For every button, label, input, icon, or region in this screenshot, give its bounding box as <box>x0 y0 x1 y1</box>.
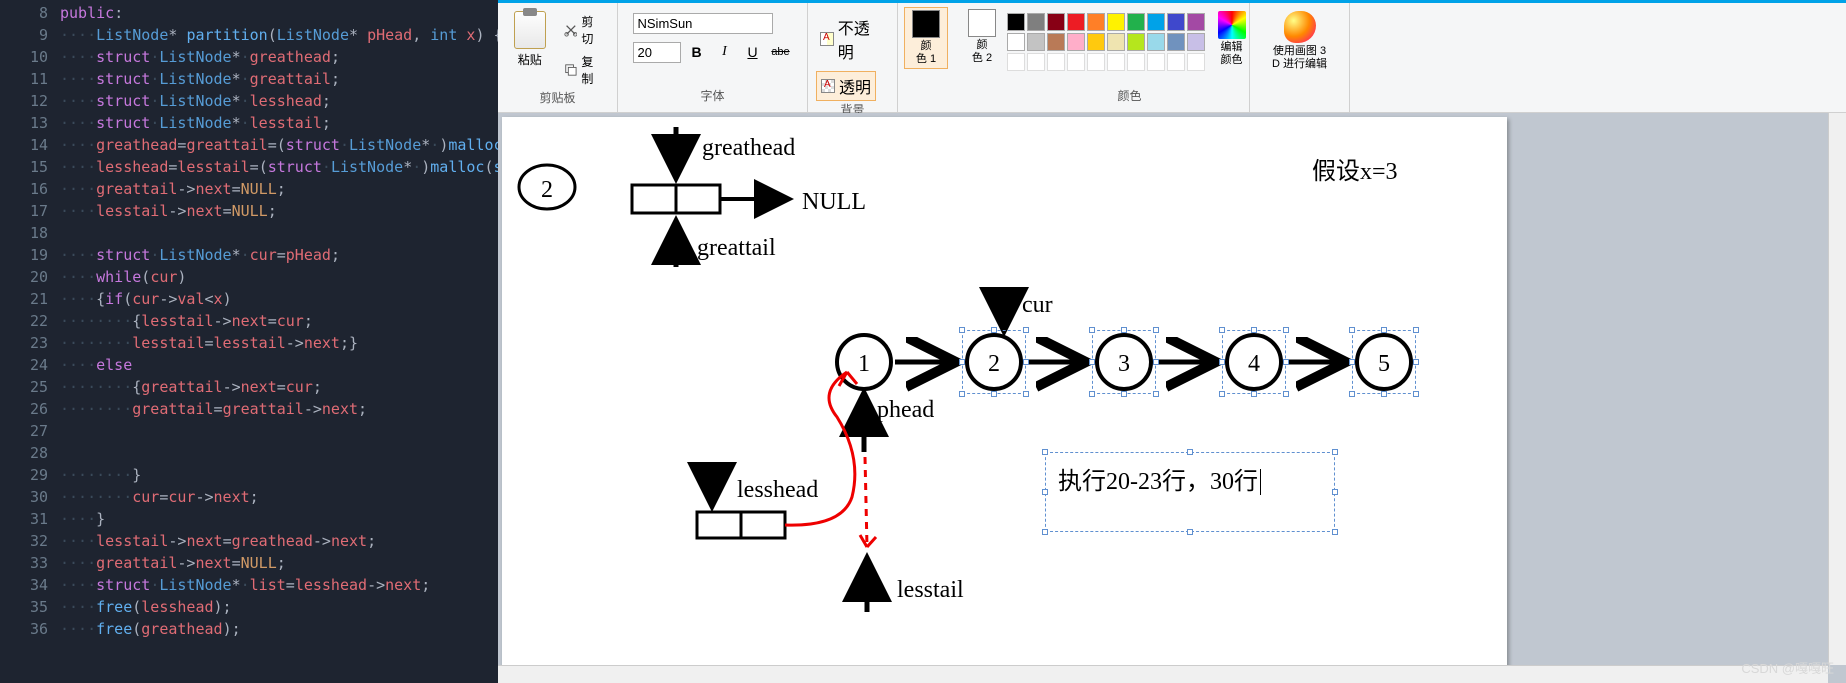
underline-button[interactable]: U <box>741 40 765 64</box>
group-font: B I U abe 字体 <box>618 3 808 112</box>
palette-swatch[interactable] <box>1147 53 1165 71</box>
palette-swatch[interactable] <box>1067 53 1085 71</box>
palette-swatch[interactable] <box>1027 13 1045 31</box>
exec-text: 执行20-23行，30行 <box>1058 469 1258 495</box>
paste-icon <box>514 11 546 49</box>
svg-text:lesstail: lesstail <box>897 577 964 603</box>
group-label-clipboard: 剪贴板 <box>539 89 575 110</box>
opaque-button[interactable]: A 不透明 <box>816 13 889 65</box>
palette-swatch[interactable] <box>1187 53 1205 71</box>
edit-colors-button[interactable]: 编辑 颜色 <box>1211 7 1253 67</box>
svg-text:phead: phead <box>877 397 934 423</box>
palette-swatch[interactable] <box>1087 13 1105 31</box>
paint3d-button[interactable]: 使用画图 3 D 进行编辑 <box>1250 3 1350 112</box>
transparent-icon: A <box>821 79 835 93</box>
color2-label: 颜 色 2 <box>972 39 992 65</box>
paint-window: 粘贴 剪切 复制 剪贴板 <box>498 0 1846 683</box>
palette-swatch[interactable] <box>1167 33 1185 51</box>
cut-button[interactable]: 剪切 <box>560 11 610 49</box>
line-gutter: 8910111213141516171819202122232425262728… <box>0 0 60 683</box>
step-number: 2 <box>541 177 553 203</box>
palette-swatch[interactable] <box>1127 53 1145 71</box>
palette-swatch[interactable] <box>1047 53 1065 71</box>
palette-swatch[interactable] <box>1107 13 1125 31</box>
font-name-select[interactable] <box>633 13 773 34</box>
opaque-icon: A <box>820 32 834 46</box>
paste-button[interactable]: 粘贴 <box>506 7 554 68</box>
ribbon: 粘贴 剪切 复制 剪贴板 <box>498 0 1846 113</box>
palette-swatch[interactable] <box>1007 53 1025 71</box>
opaque-label: 不透明 <box>838 15 885 63</box>
palette-swatch[interactable] <box>1067 33 1085 51</box>
selection-box[interactable] <box>962 330 1026 394</box>
italic-button[interactable]: I <box>713 40 737 64</box>
scissors-icon <box>564 23 578 37</box>
palette-swatch[interactable] <box>1127 13 1145 31</box>
svg-text:1: 1 <box>858 351 870 377</box>
edit-colors-icon <box>1218 11 1246 39</box>
font-size-select[interactable] <box>633 42 681 63</box>
svg-text:greattail: greattail <box>697 235 776 261</box>
palette-swatch[interactable] <box>1167 53 1185 71</box>
color1-label: 颜 色 1 <box>916 40 936 66</box>
group-label-font: 字体 <box>700 87 724 108</box>
palette-swatch[interactable] <box>1007 13 1025 31</box>
canvas[interactable]: 2 greathead greattail NULL 假设x=3 12345 <box>502 117 1507 673</box>
scrollbar-vertical[interactable] <box>1828 113 1846 665</box>
copy-button[interactable]: 复制 <box>560 51 610 89</box>
palette-swatch[interactable] <box>1187 13 1205 31</box>
group-background: A 不透明 A 透明 背景 <box>808 3 898 112</box>
selection-box[interactable] <box>1092 330 1156 394</box>
code-editor: 8910111213141516171819202122232425262728… <box>0 0 498 683</box>
watermark: CSDN @嘎嘎旺 <box>1741 658 1834 677</box>
transparent-label: 透明 <box>839 74 871 98</box>
edit-colors-label: 编辑 颜色 <box>1221 41 1243 67</box>
copy-label: 复制 <box>581 53 605 87</box>
palette-swatch[interactable] <box>1147 13 1165 31</box>
drawing-svg: 2 greathead greattail NULL 假设x=3 12345 <box>502 117 1507 673</box>
bold-button[interactable]: B <box>685 40 709 64</box>
svg-text:lesshead: lesshead <box>737 477 818 503</box>
color1-button[interactable]: 颜 色 1 <box>898 3 954 112</box>
palette-swatch[interactable] <box>1047 13 1065 31</box>
selection-box[interactable] <box>1352 330 1416 394</box>
color2-button[interactable]: 颜 色 2 <box>954 3 1010 112</box>
code-body[interactable]: public:····ListNode* partition(ListNode*… <box>60 0 498 683</box>
color2-swatch <box>968 9 996 37</box>
palette-swatch[interactable] <box>1187 33 1205 51</box>
cut-label: 剪切 <box>581 13 605 47</box>
group-clipboard: 粘贴 剪切 复制 剪贴板 <box>498 3 618 112</box>
palette-swatch[interactable] <box>1067 13 1085 31</box>
palette-swatch[interactable] <box>1107 53 1125 71</box>
selection-box[interactable] <box>1222 330 1286 394</box>
strike-button[interactable]: abe <box>769 40 793 64</box>
palette-swatch[interactable] <box>1167 13 1185 31</box>
palette-swatch[interactable] <box>1087 33 1105 51</box>
color-palette <box>1007 7 1205 71</box>
palette-swatch[interactable] <box>1027 53 1045 71</box>
copy-icon <box>564 63 578 77</box>
paint3d-label: 使用画图 3 D 进行编辑 <box>1272 45 1327 71</box>
svg-text:greathead: greathead <box>702 135 795 161</box>
palette-swatch[interactable] <box>1007 33 1025 51</box>
group-palette: 编辑 颜色 颜色 <box>1010 3 1250 112</box>
paste-label: 粘贴 <box>518 51 542 68</box>
scrollbar-horizontal[interactable] <box>498 665 1828 683</box>
svg-text:假设x=3: 假设x=3 <box>1312 158 1398 185</box>
palette-swatch[interactable] <box>1047 33 1065 51</box>
palette-swatch[interactable] <box>1147 33 1165 51</box>
palette-swatch[interactable] <box>1107 33 1125 51</box>
svg-text:cur: cur <box>1022 292 1053 318</box>
paint3d-icon <box>1284 11 1316 43</box>
palette-swatch[interactable] <box>1127 33 1145 51</box>
exec-textbox[interactable]: 执行20-23行，30行 <box>1045 452 1335 532</box>
group-label-colors: 颜色 <box>1117 87 1141 108</box>
transparent-button[interactable]: A 透明 <box>816 71 876 101</box>
palette-swatch[interactable] <box>1087 53 1105 71</box>
palette-swatch[interactable] <box>1027 33 1045 51</box>
color1-swatch <box>912 10 940 38</box>
canvas-viewport: 2 greathead greattail NULL 假设x=3 12345 <box>498 113 1846 683</box>
svg-text:NULL: NULL <box>802 189 866 215</box>
